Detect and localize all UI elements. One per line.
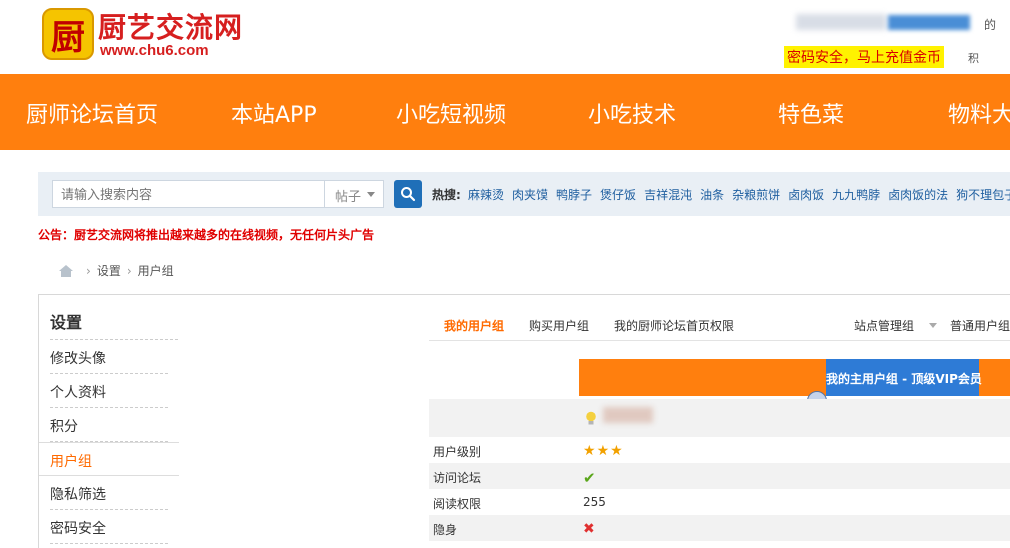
check-icon: ✔ (583, 469, 596, 487)
nav-item-forum-home[interactable]: 厨师论坛首页 (26, 97, 158, 129)
row-label: 用户级别 (433, 445, 482, 459)
sidebar-item-profile[interactable]: 个人资料 (50, 374, 168, 408)
table-row (429, 399, 1010, 437)
site-url[interactable]: www.chu6.com (100, 42, 209, 59)
tab-my-usergroup[interactable]: 我的用户组 (444, 317, 504, 334)
chevron-right-icon: › (126, 263, 132, 278)
main-usergroup-label: 我的主用户组 - 顶级VIP会员 (826, 359, 982, 396)
hot-search-link[interactable]: 油条 (700, 188, 724, 202)
site-logo[interactable]: 厨 (42, 8, 94, 60)
nav-item-specialty[interactable]: 特色菜 (778, 97, 844, 129)
tab-forum-permissions[interactable]: 我的厨师论坛首页权限 (614, 317, 734, 334)
blurred-username (796, 14, 886, 30)
search-icon (401, 187, 416, 202)
sidebar-title: 设置 (50, 313, 83, 332)
table-row: 访问论坛 ✔ (429, 463, 1010, 489)
table-row: 隐身 ✖ (429, 515, 1010, 541)
hot-search-link[interactable]: 卤肉饭 (788, 188, 824, 202)
nav-item-snack-tech[interactable]: 小吃技术 (588, 97, 676, 129)
nav-item-app[interactable]: 本站APP (231, 97, 317, 129)
hot-search-link[interactable]: 煲仔饭 (600, 188, 636, 202)
search-type-select[interactable]: 帖子 (324, 180, 384, 208)
nav-item-materials[interactable]: 物料大 (948, 97, 1010, 129)
usergroup-tabs: 我的用户组 购买用户组 我的厨师论坛首页权限 站点管理组 普通用户组 (429, 295, 1010, 341)
sidebar-item-avatar[interactable]: 修改头像 (50, 340, 168, 374)
table-row: 阅读权限 255 (429, 489, 1010, 515)
search-button[interactable] (394, 180, 422, 208)
star-icon: ★ (610, 443, 623, 459)
lightbulb-icon (586, 411, 596, 425)
settings-sidebar: 设置 修改头像 个人资料 积分 用户组 隐私筛选 密码安全 (39, 295, 179, 548)
breadcrumb: › 设置 › 用户组 (58, 262, 174, 279)
settings-panel: 设置 修改头像 个人资料 积分 用户组 隐私筛选 密码安全 我的用户组 购买用户… (38, 294, 1010, 548)
hot-search-link[interactable]: 肉夹馍 (512, 188, 548, 202)
blurred-group-name (603, 407, 653, 423)
row-label: 访问论坛 (433, 471, 482, 485)
sidebar-item-password[interactable]: 密码安全 (50, 510, 168, 544)
promo-tail: 积 (968, 52, 979, 65)
row-label: 阅读权限 (433, 497, 482, 511)
nav-item-short-video[interactable]: 小吃短视频 (396, 97, 506, 129)
read-permission-value: 255 (583, 495, 606, 509)
hot-search-link[interactable]: 杂粮煎饼 (732, 188, 780, 202)
home-icon[interactable] (58, 264, 74, 278)
tab-normal-group[interactable]: 普通用户组 (950, 317, 1010, 334)
cross-icon: ✖ (583, 521, 595, 537)
sidebar-item-privacy[interactable]: 隐私筛选 (50, 476, 168, 510)
logo-glyph: 厨 (51, 17, 85, 58)
row-label: 隐身 (433, 523, 458, 537)
chevron-down-icon (929, 323, 937, 328)
breadcrumb-usergroup[interactable]: 用户组 (138, 262, 174, 279)
chevron-right-icon: › (86, 263, 91, 278)
breadcrumb-settings[interactable]: 设置 (97, 262, 121, 279)
table-row: 用户级别 ★★★ (429, 437, 1010, 463)
search-bar: 帖子 热搜: 麻辣烫肉夹馍鸭脖子煲仔饭吉祥混沌油条杂粮煎饼卤肉饭九九鸭脖卤肉饭的… (38, 172, 1010, 216)
star-icon: ★ (596, 443, 610, 459)
sidebar-item-credits[interactable]: 积分 (50, 408, 168, 442)
usergroup-banner: 我的主用户组 - 顶级VIP会员 (579, 359, 1010, 396)
search-type-label: 帖子 (335, 190, 362, 205)
site-header: 厨 厨艺交流网 www.chu6.com 的 密码安全，马上充值金币 积 (0, 0, 1010, 74)
tab-buy-usergroup[interactable]: 购买用户组 (529, 317, 589, 334)
promo-link[interactable]: 密码安全，马上充值金币 (784, 46, 944, 68)
hot-search-link[interactable]: 卤肉饭的法 (888, 188, 948, 202)
chevron-down-icon (367, 192, 375, 197)
hot-search-link[interactable]: 吉祥混沌 (644, 188, 692, 202)
site-name[interactable]: 厨艺交流网 (98, 6, 243, 46)
blurred-top-link[interactable] (888, 15, 970, 30)
star-icon: ★ (583, 443, 596, 459)
hot-search-link[interactable]: 九九鸭脖 (832, 188, 880, 202)
hot-search-list: 麻辣烫肉夹馍鸭脖子煲仔饭吉祥混沌油条杂粮煎饼卤肉饭九九鸭脖卤肉饭的法狗不理包子 (468, 186, 1010, 203)
search-input[interactable] (52, 180, 324, 208)
hot-search-label: 热搜: (432, 188, 461, 202)
hot-search-link[interactable]: 麻辣烫 (468, 188, 504, 202)
sidebar-item-usergroup[interactable]: 用户组 (39, 442, 179, 476)
announcement[interactable]: 公告：厨艺交流网将推出越来越多的在线视频，无任何片头广告 (38, 226, 374, 243)
hot-search-link[interactable]: 鸭脖子 (556, 188, 592, 202)
main-nav: 厨师论坛首页 本站APP 小吃短视频 小吃技术 特色菜 物料大 (0, 74, 1010, 150)
tab-admin-group[interactable]: 站点管理组 (854, 317, 914, 334)
level-stars: ★★★ (583, 443, 624, 459)
top-suffix: 的 (984, 18, 997, 32)
hot-search-link[interactable]: 狗不理包子 (956, 188, 1010, 202)
